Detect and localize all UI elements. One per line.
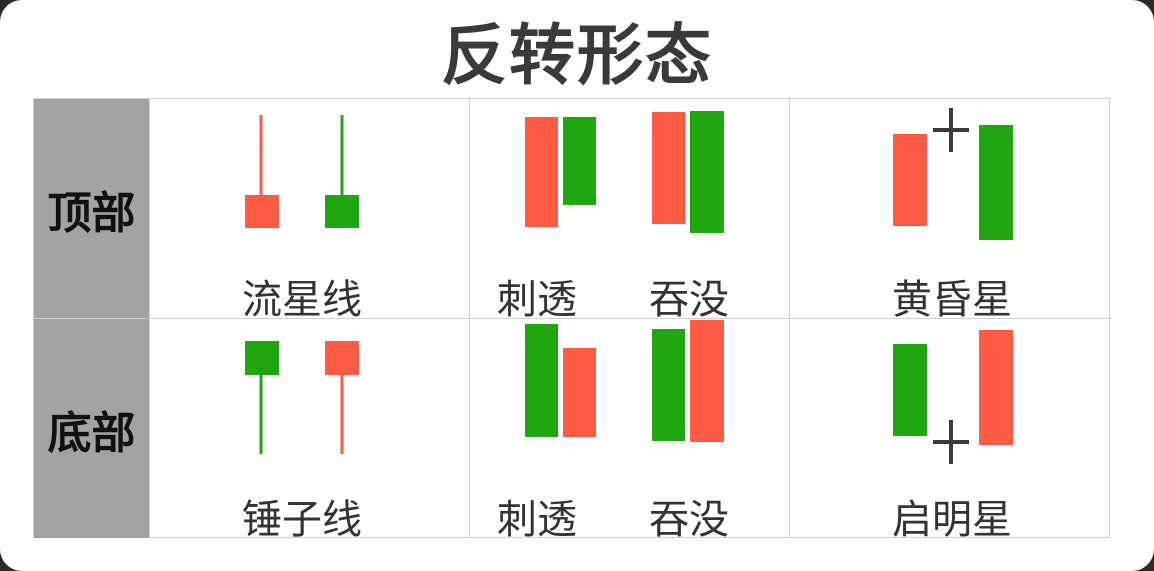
candle-body [690,111,724,233]
candles-svg [245,108,1013,464]
candle-body [652,112,685,224]
pattern-card: 反转形态 顶部 底部 流星线 刺透 吞没 黄昏星 锤子线 刺透 吞没 启明星 [0,0,1154,571]
candle-body [525,324,558,437]
pattern-table: 顶部 底部 流星线 刺透 吞没 黄昏星 锤子线 刺透 吞没 启明星 [33,98,1111,543]
candle-body [979,125,1013,240]
candle-body [245,195,279,228]
candle-body [690,320,724,442]
candle-body [245,341,279,375]
candle-body [652,329,685,441]
candle-body [525,117,558,227]
page-title: 反转形态 [441,17,713,94]
candle-body [325,341,359,375]
candle-body [563,117,596,205]
candle-body [563,348,596,437]
candle-body [325,195,359,228]
candle-body [979,330,1013,445]
candle-body [893,344,927,436]
candle-body [893,134,927,226]
